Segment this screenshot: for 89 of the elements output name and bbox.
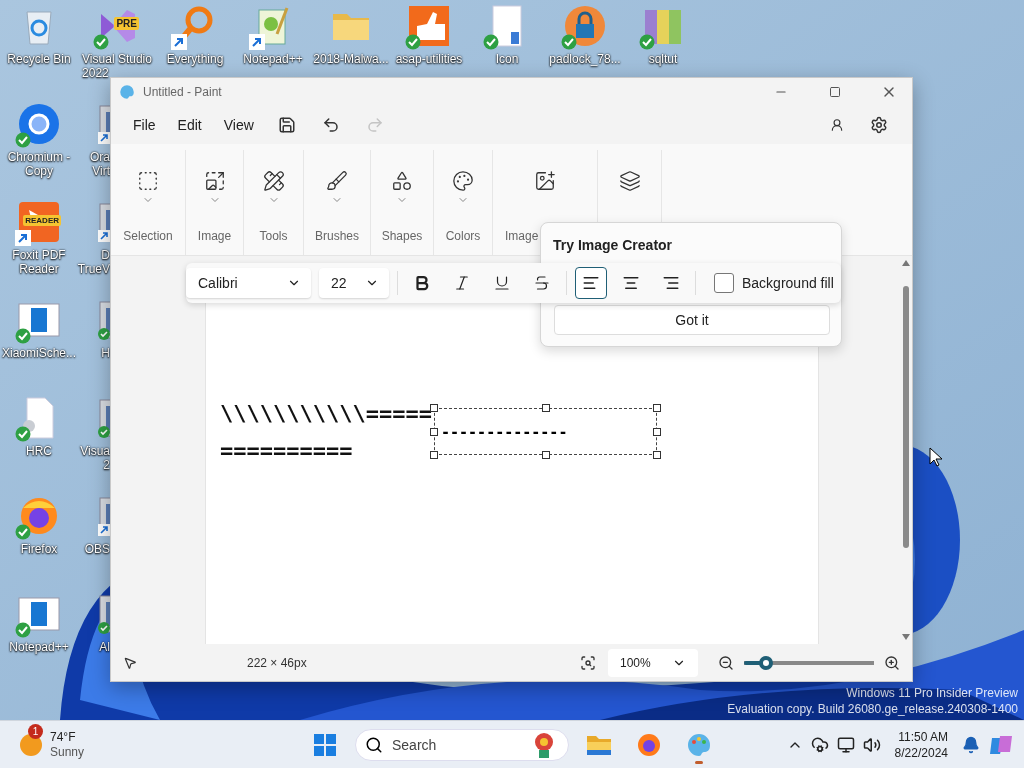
pencil-ruler-icon xyxy=(262,170,285,192)
ribbon-group-button[interactable]: Selection xyxy=(111,150,186,255)
notification-badge: 1 xyxy=(28,723,43,739)
account-icon[interactable] xyxy=(830,118,844,132)
icon-label: Notepad++ xyxy=(9,640,69,654)
canvas-text: ========== xyxy=(220,438,353,463)
selection-size: 222 × 46px xyxy=(247,655,308,670)
volume-icon[interactable] xyxy=(862,735,881,754)
badge: READER xyxy=(23,215,61,226)
got-it-button[interactable]: Got it xyxy=(554,305,830,335)
layers-icon xyxy=(618,170,641,192)
start-icon[interactable] xyxy=(314,733,336,756)
icon-label: H xyxy=(101,346,110,360)
zoom-dropdown[interactable]: 100% xyxy=(608,648,698,677)
icon-label: Al xyxy=(99,640,110,654)
watermark-text: Windows 11 Pro Insider Preview xyxy=(846,686,1018,700)
font-dropdown[interactable]: Calibri xyxy=(186,268,311,298)
browser-icon[interactable] xyxy=(637,732,661,757)
canvas-text: \\\\\\\\\\\===== xyxy=(220,401,432,426)
resize-handle[interactable] xyxy=(653,404,661,412)
icon-label: OBS xyxy=(84,542,110,556)
mouse-pointer-icon xyxy=(929,447,943,467)
scroll-up-icon[interactable] xyxy=(902,260,910,266)
menu-item[interactable]: File xyxy=(123,111,166,139)
search-icon xyxy=(365,735,383,754)
image-sparkle-icon xyxy=(534,170,556,192)
resize-handle[interactable] xyxy=(430,451,438,459)
ribbon-group-button[interactable]: Image xyxy=(186,150,244,255)
dashed-square-icon xyxy=(137,170,159,192)
folder-icon[interactable] xyxy=(586,733,612,756)
icon-label: Firefox xyxy=(20,542,58,556)
menu-item[interactable]: View xyxy=(213,111,264,139)
weather-condition: Sunny xyxy=(50,744,85,760)
resize-handle[interactable] xyxy=(541,451,550,459)
ribbon-group-button[interactable]: Shapes xyxy=(371,150,434,255)
icon-label: Recycle Bin xyxy=(7,52,71,66)
resize-handle[interactable] xyxy=(430,427,438,436)
watermark-text: Evaluation copy. Build 26080.ge_release.240308-1400 xyxy=(727,702,1018,716)
icon-label: Visua 2 xyxy=(80,444,110,472)
slider-thumb[interactable] xyxy=(759,655,774,670)
icon-label: sqltut xyxy=(648,52,678,66)
zoom-in-icon[interactable] xyxy=(884,654,900,671)
undo-icon[interactable] xyxy=(321,116,340,134)
checkbox[interactable] xyxy=(714,273,734,293)
clock-time: 11:50 AM xyxy=(898,728,948,745)
search-field[interactable]: Search xyxy=(355,728,569,761)
icon-label: Icon xyxy=(495,52,519,66)
zoom-out-icon[interactable] xyxy=(718,654,734,671)
size-dropdown[interactable]: 22 xyxy=(319,268,389,298)
resize-handle[interactable] xyxy=(653,427,661,436)
resize-handle[interactable] xyxy=(653,451,661,459)
icon-label: 2018-Malwa... xyxy=(313,52,389,66)
network-icon[interactable] xyxy=(836,735,855,754)
padlock-icon[interactable] xyxy=(563,4,607,48)
ribbon-group-button[interactable]: Brushes xyxy=(304,150,371,255)
image-frame-icon xyxy=(203,170,226,192)
icon-label: Visual Studio 2022 xyxy=(82,52,152,80)
icon-label: D TrueV xyxy=(77,248,110,276)
icon-label: HRC xyxy=(26,444,52,458)
globe-icon[interactable] xyxy=(17,102,61,146)
icon-label: Foxit PDF Reader xyxy=(12,248,66,276)
icon-label: asap-utilities xyxy=(395,52,463,66)
badge: PRE xyxy=(114,17,139,30)
cloud-icon[interactable] xyxy=(810,735,829,754)
icon-label: Ora Virt xyxy=(90,150,110,178)
icon-label: Notepad++ xyxy=(243,52,303,66)
clock-date: 8/22/2024 xyxy=(894,744,948,761)
checkbox-label: Background fill xyxy=(742,275,834,291)
maximize-icon[interactable] xyxy=(829,86,841,98)
pointer-icon xyxy=(123,655,137,670)
resize-handle[interactable] xyxy=(541,404,550,412)
window-title: Untitled - Paint xyxy=(143,85,223,99)
bell-icon[interactable] xyxy=(962,735,980,754)
align-left-icon[interactable] xyxy=(575,267,607,299)
ribbon-group-button[interactable]: Tools xyxy=(244,150,304,255)
icon-label: Everything xyxy=(166,52,224,66)
save-icon[interactable] xyxy=(277,116,296,134)
fit-view-icon[interactable] xyxy=(580,654,596,671)
shapes-icon xyxy=(391,170,413,192)
icon-label: XiaomiSche... xyxy=(1,346,76,360)
settings-icon[interactable] xyxy=(870,116,888,134)
icon-label: Chromium - Copy xyxy=(7,150,71,178)
icon-label: padlock_78... xyxy=(549,52,621,66)
temperature: 74°F xyxy=(50,729,77,745)
menu-item[interactable]: Edit xyxy=(167,111,212,139)
resize-handle[interactable] xyxy=(430,404,438,412)
brush-icon xyxy=(326,170,348,192)
thumbs-up-icon[interactable] xyxy=(407,4,451,48)
ribbon-group-button[interactable]: Colors xyxy=(434,150,493,255)
